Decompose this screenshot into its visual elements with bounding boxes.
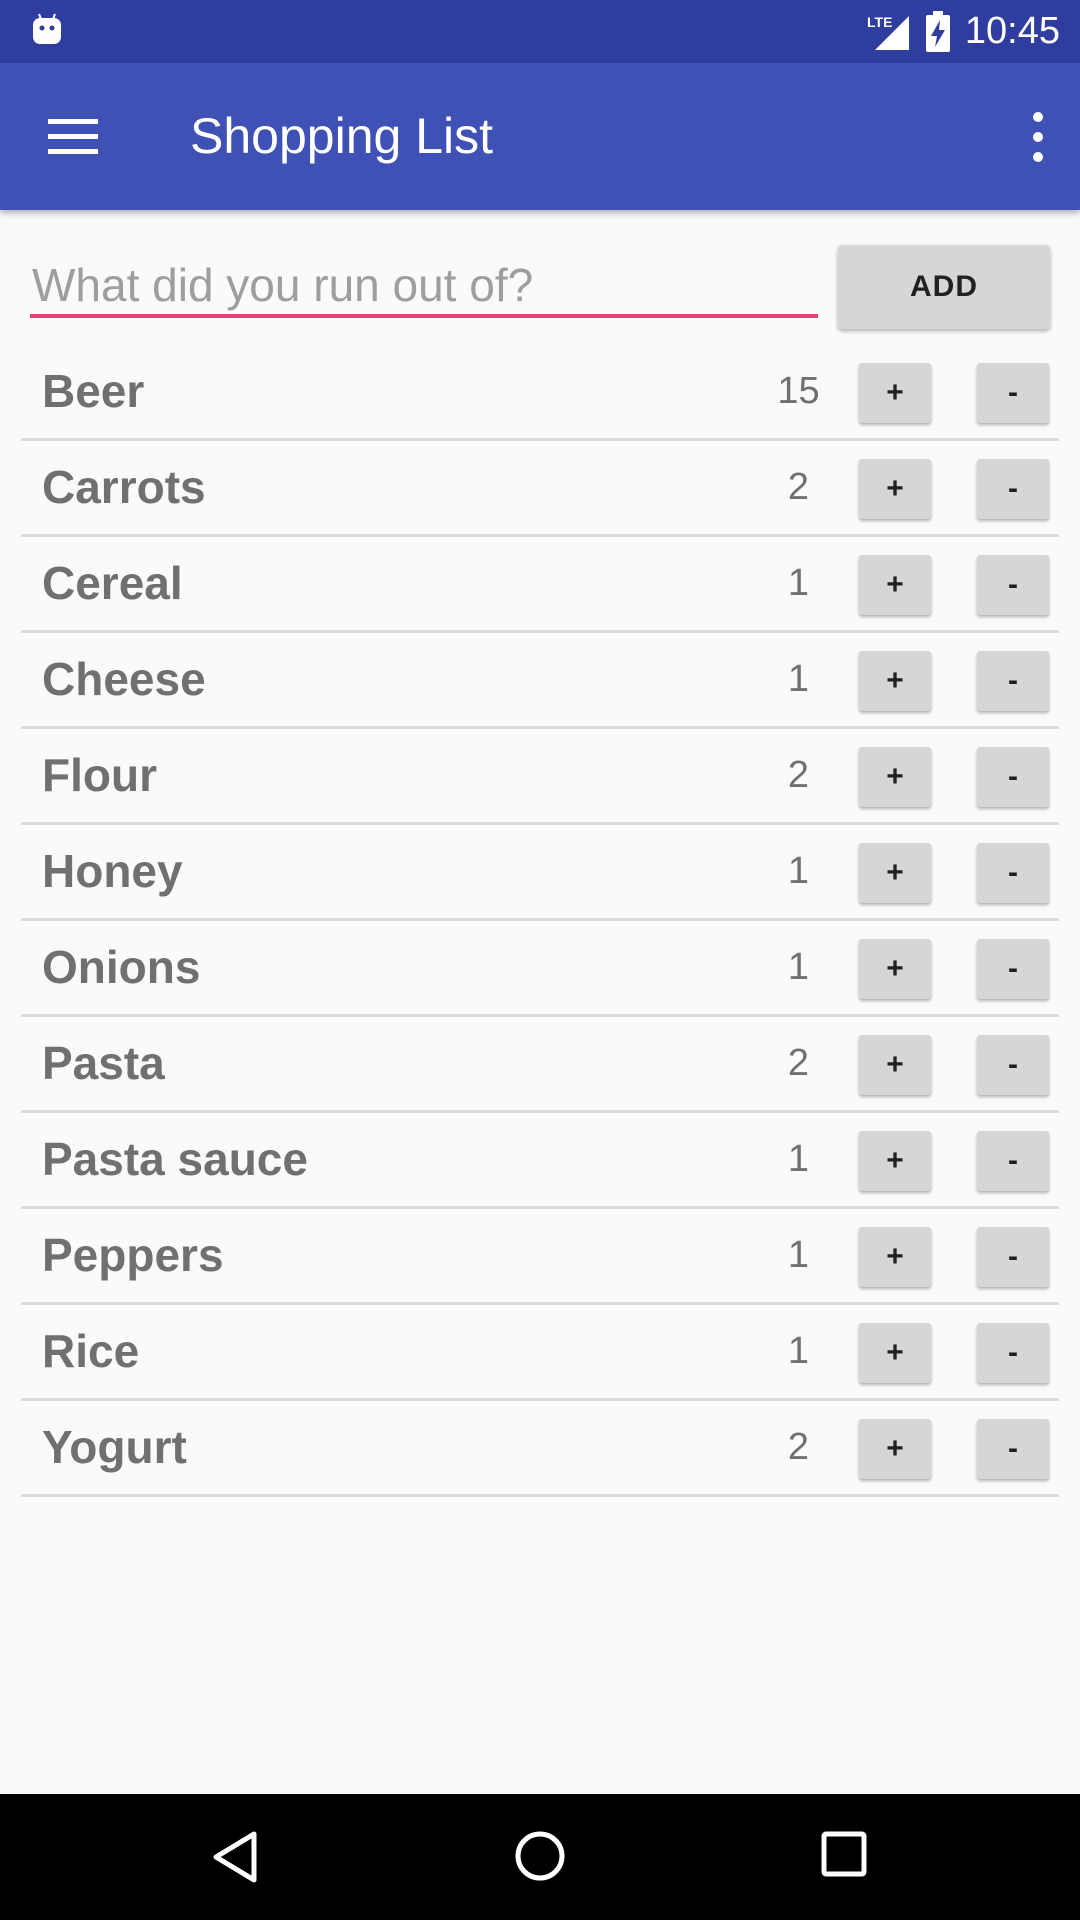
list-item: Beer 15 + -: [21, 345, 1059, 441]
lte-signal-icon: LTE: [867, 14, 909, 50]
increment-button[interactable]: +: [859, 1035, 931, 1095]
item-quantity: 1: [787, 658, 810, 700]
list-item: Flour 2 + -: [21, 729, 1059, 825]
increment-button[interactable]: +: [859, 1131, 931, 1191]
item-input-row: [30, 228, 818, 330]
status-bar: LTE 10:45: [0, 0, 1080, 63]
list-item: Pasta 2 + -: [21, 1017, 1059, 1113]
decrement-button[interactable]: -: [977, 1131, 1049, 1191]
more-vert-icon[interactable]: [1026, 111, 1050, 163]
increment-button[interactable]: +: [859, 843, 931, 903]
menu-icon[interactable]: [48, 117, 98, 157]
item-name: Rice: [42, 1325, 140, 1377]
back-icon[interactable]: [210, 1830, 260, 1884]
list-item: Carrots 2 + -: [21, 441, 1059, 537]
increment-button[interactable]: +: [859, 1227, 931, 1287]
decrement-button[interactable]: -: [977, 843, 1049, 903]
list-item: Pasta sauce 1 + -: [21, 1113, 1059, 1209]
item-input[interactable]: [30, 256, 818, 318]
list-item: Peppers 1 + -: [21, 1209, 1059, 1305]
list-item: Cereal 1 + -: [21, 537, 1059, 633]
item-name: Onions: [42, 941, 201, 993]
android-icon: [33, 13, 61, 44]
shopping-list: Beer 15 + - Carrots 2 + - Cereal 1 + - C…: [21, 345, 1059, 1497]
item-quantity: 1: [787, 1138, 810, 1180]
increment-button[interactable]: +: [859, 939, 931, 999]
increment-button[interactable]: +: [859, 747, 931, 807]
increment-button[interactable]: +: [859, 363, 931, 423]
item-name: Pasta sauce: [42, 1133, 308, 1185]
decrement-button[interactable]: -: [977, 939, 1049, 999]
status-icons: LTE 10:45: [865, 0, 1060, 63]
item-quantity: 2: [787, 754, 810, 796]
item-name: Carrots: [42, 461, 206, 513]
item-name: Flour: [42, 749, 157, 801]
item-quantity: 1: [787, 1234, 810, 1276]
decrement-button[interactable]: -: [977, 1035, 1049, 1095]
increment-button[interactable]: +: [859, 651, 931, 711]
increment-button[interactable]: +: [859, 459, 931, 519]
navigation-bar: [0, 1794, 1080, 1920]
decrement-button[interactable]: -: [977, 747, 1049, 807]
item-quantity: 15: [777, 370, 820, 412]
item-name: Honey: [42, 845, 183, 897]
item-quantity: 2: [787, 1042, 810, 1084]
list-item: Rice 1 + -: [21, 1305, 1059, 1401]
increment-button[interactable]: +: [859, 1419, 931, 1479]
item-name: Cheese: [42, 653, 206, 705]
list-item: Yogurt 2 + -: [21, 1401, 1059, 1497]
increment-button[interactable]: +: [859, 555, 931, 615]
decrement-button[interactable]: -: [977, 1323, 1049, 1383]
item-name: Cereal: [42, 557, 183, 609]
app-bar: Shopping List: [0, 63, 1080, 210]
decrement-button[interactable]: -: [977, 459, 1049, 519]
list-item: Onions 1 + -: [21, 921, 1059, 1017]
item-quantity: 2: [787, 1426, 810, 1468]
recents-icon[interactable]: [820, 1830, 868, 1878]
item-quantity: 1: [787, 946, 810, 988]
item-quantity: 1: [787, 850, 810, 892]
home-icon[interactable]: [513, 1829, 567, 1883]
item-name: Yogurt: [42, 1421, 187, 1473]
item-quantity: 1: [787, 562, 810, 604]
battery-charging-icon: [925, 10, 950, 52]
add-button[interactable]: ADD: [838, 245, 1050, 329]
item-name: Beer: [42, 365, 145, 417]
decrement-button[interactable]: -: [977, 651, 1049, 711]
decrement-button[interactable]: -: [977, 1419, 1049, 1479]
item-quantity: 2: [787, 466, 810, 508]
network-label: LTE: [867, 14, 892, 30]
item-name: Peppers: [42, 1229, 224, 1281]
decrement-button[interactable]: -: [977, 363, 1049, 423]
increment-button[interactable]: +: [859, 1323, 931, 1383]
clock: 10:45: [964, 10, 1060, 52]
list-item: Honey 1 + -: [21, 825, 1059, 921]
decrement-button[interactable]: -: [977, 1227, 1049, 1287]
item-quantity: 1: [787, 1330, 810, 1372]
page-title: Shopping List: [190, 108, 494, 164]
list-item: Cheese 1 + -: [21, 633, 1059, 729]
item-name: Pasta: [42, 1037, 165, 1089]
decrement-button[interactable]: -: [977, 555, 1049, 615]
